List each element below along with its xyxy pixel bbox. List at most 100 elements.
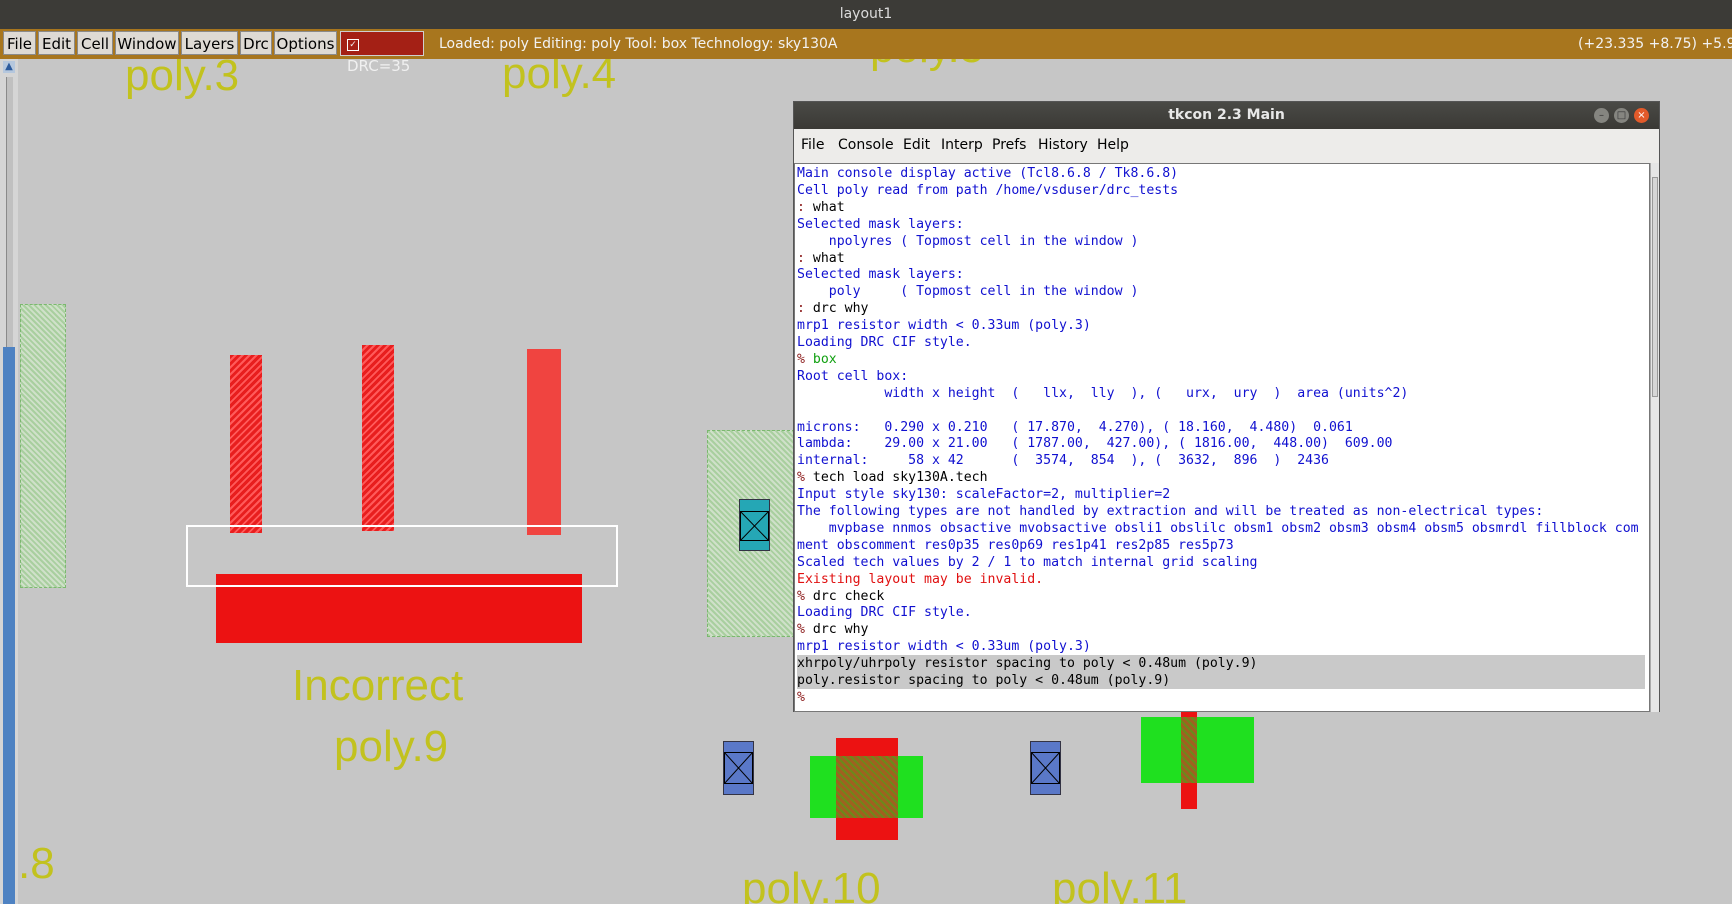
console-line-text: Loading DRC CIF style. <box>797 335 972 350</box>
tk-menu-interp[interactable]: Interp <box>941 137 983 153</box>
tk-menu-file[interactable]: File <box>801 137 824 153</box>
console-line-text: drc why <box>804 301 869 317</box>
console-line-text: microns: 0.290 x 0.210 ( 17.870, 4.270),… <box>797 419 1353 435</box>
tk-menu-help[interactable]: Help <box>1097 137 1129 153</box>
tk-menu-console[interactable]: Console <box>838 137 894 153</box>
menu-edit[interactable]: Edit <box>38 31 75 55</box>
console-line: % drc why <box>797 621 868 638</box>
menu-file[interactable]: File <box>3 31 36 55</box>
console-line: Input style sky130: scaleFactor=2, multi… <box>797 486 1170 503</box>
console-prompt: % <box>797 351 805 367</box>
label-poly11: poly.11 <box>1052 864 1188 904</box>
green-hatch-region-left <box>20 304 66 588</box>
console-prompt: : <box>797 199 805 215</box>
console-line-text: Main console display active (Tcl8.6.8 / … <box>797 166 1179 181</box>
menu-window[interactable]: Window <box>115 31 179 55</box>
status-text: Loaded: poly Editing: poly Tool: box Tec… <box>439 36 838 52</box>
console-line-text: mrp1 resistor width < 0.33um (poly.3) <box>797 318 1091 334</box>
tkcon-console-text[interactable]: Main console display active (Tcl8.6.8 / … <box>794 163 1650 712</box>
label-incorrect: Incorrect <box>292 661 464 710</box>
label-poly5-partial: poly.5 <box>870 59 984 73</box>
console-line-text: mrp1 resistor width < 0.33um (poly.3) <box>797 639 1091 655</box>
menu-drc[interactable]: Drc <box>240 31 272 55</box>
console-line: The following types are not handled by e… <box>797 503 1543 520</box>
vertical-scrollbar[interactable]: ▲ <box>0 59 18 904</box>
console-line: Loading DRC CIF style. <box>797 604 972 621</box>
console-line: ment obscomment res0p35 res0p69 res1p41 … <box>797 537 1234 554</box>
console-line-text: Selected mask layers: <box>797 267 964 283</box>
console-line-text: Existing layout may be invalid. <box>797 571 1044 587</box>
close-icon[interactable]: × <box>1634 108 1649 123</box>
console-line-text: The following types are not handled by e… <box>797 504 1544 519</box>
console-line: poly.resistor spacing to poly < 0.48um (… <box>797 672 1645 689</box>
console-line: mvpbase nnmos obsactive mvobsactive obsl… <box>797 520 1639 537</box>
console-prompt: : <box>797 250 805 266</box>
console-line: Root cell box: <box>797 368 908 385</box>
console-line: poly ( Topmost cell in the window ) <box>797 283 1139 300</box>
scroll-track[interactable] <box>6 77 13 347</box>
contact-x-icon <box>724 752 753 784</box>
console-prompt: % <box>797 588 805 604</box>
transistor-gate-11 <box>1181 717 1197 783</box>
scroll-thumb[interactable] <box>3 347 15 904</box>
tk-menu-prefs[interactable]: Prefs <box>992 137 1026 153</box>
tkcon-scrollbar[interactable] <box>1650 163 1659 712</box>
console-line-text: ment obscomment res0p35 res0p69 res1p41 … <box>797 537 1234 553</box>
poly-finger-2 <box>362 345 394 531</box>
console-line-text: box <box>804 351 837 367</box>
console-line: % drc check <box>797 588 884 605</box>
console-line-text: poly ( Topmost cell in the window ) <box>797 284 1139 300</box>
console-line: Scaled tech values by 2 / 1 to match int… <box>797 554 1258 571</box>
poly-finger-1 <box>230 355 262 533</box>
menu-options[interactable]: Options <box>274 31 337 55</box>
menu-layers[interactable]: Layers <box>181 31 238 55</box>
label-poly4: poly.4 <box>502 59 617 98</box>
console-prompt: % <box>797 689 805 705</box>
console-line: microns: 0.290 x 0.210 ( 17.870, 4.270),… <box>797 419 1353 436</box>
console-line: Main console display active (Tcl8.6.8 / … <box>797 165 1178 182</box>
window-title: layout1 <box>0 0 1732 29</box>
console-line: width x height ( llx, lly ), ( urx, ury … <box>797 385 1408 402</box>
tkcon-window: tkcon 2.3 Main – □ × File Console Edit I… <box>793 101 1660 712</box>
console-line-text: npolyres ( Topmost cell in the window ) <box>797 233 1139 249</box>
drc-count-button[interactable]: ✓DRC=35 <box>340 31 424 75</box>
maximize-icon[interactable]: □ <box>1614 108 1629 123</box>
console-line-text: internal: 58 x 42 ( 3574, 854 ), ( 3632,… <box>797 453 1329 469</box>
tkcon-menubar: File Console Edit Interp Prefs History H… <box>794 129 1659 163</box>
tkcon-title: tkcon 2.3 Main <box>794 102 1659 129</box>
tkcon-scroll-thumb[interactable] <box>1652 177 1658 397</box>
menu-cell[interactable]: Cell <box>77 31 113 55</box>
console-line-text: Cell poly read from path /home/vsduser/d… <box>797 182 1179 198</box>
console-prompt: % <box>797 470 805 486</box>
console-line: Loading DRC CIF style. <box>797 334 972 351</box>
console-prompt: : <box>797 301 805 317</box>
label-poly3: poly.3 <box>125 59 240 100</box>
console-line: Existing layout may be invalid. <box>797 571 1043 588</box>
console-line-text: what <box>804 199 845 215</box>
transistor-gate-10 <box>836 756 898 818</box>
console-line: Selected mask layers: <box>797 266 964 283</box>
tk-menu-history[interactable]: History <box>1038 137 1088 153</box>
console-line-text: drc why <box>804 622 869 638</box>
console-line: Selected mask layers: <box>797 216 964 233</box>
console-line-text: xhrpoly/uhrpoly resistor spacing to poly… <box>797 656 1258 672</box>
label-poly9: poly.9 <box>334 722 449 771</box>
label-poly8-partial: .8 <box>18 839 55 888</box>
label-poly10: poly.10 <box>742 864 881 904</box>
console-line: Cell poly read from path /home/vsduser/d… <box>797 182 1178 199</box>
tk-menu-edit[interactable]: Edit <box>903 137 930 153</box>
minimize-icon[interactable]: – <box>1594 108 1609 123</box>
console-line-text: poly.resistor spacing to poly < 0.48um (… <box>797 673 1171 688</box>
console-line-text: Scaled tech values by 2 / 1 to match int… <box>797 554 1258 570</box>
console-line: : drc why <box>797 300 868 317</box>
console-line-text: Root cell box: <box>797 368 909 384</box>
poly-finger-3 <box>527 349 561 535</box>
scroll-up-arrow-icon[interactable]: ▲ <box>3 61 15 73</box>
console-line: % box <box>797 351 837 368</box>
console-line: npolyres ( Topmost cell in the window ) <box>797 233 1139 250</box>
console-line-text: Loading DRC CIF style. <box>797 605 972 621</box>
console-line: mrp1 resistor width < 0.33um (poly.3) <box>797 638 1091 655</box>
selection-box <box>186 525 618 587</box>
console-line: xhrpoly/uhrpoly resistor spacing to poly… <box>797 655 1645 673</box>
console-line-text: tech load sky130A.tech <box>804 470 988 486</box>
